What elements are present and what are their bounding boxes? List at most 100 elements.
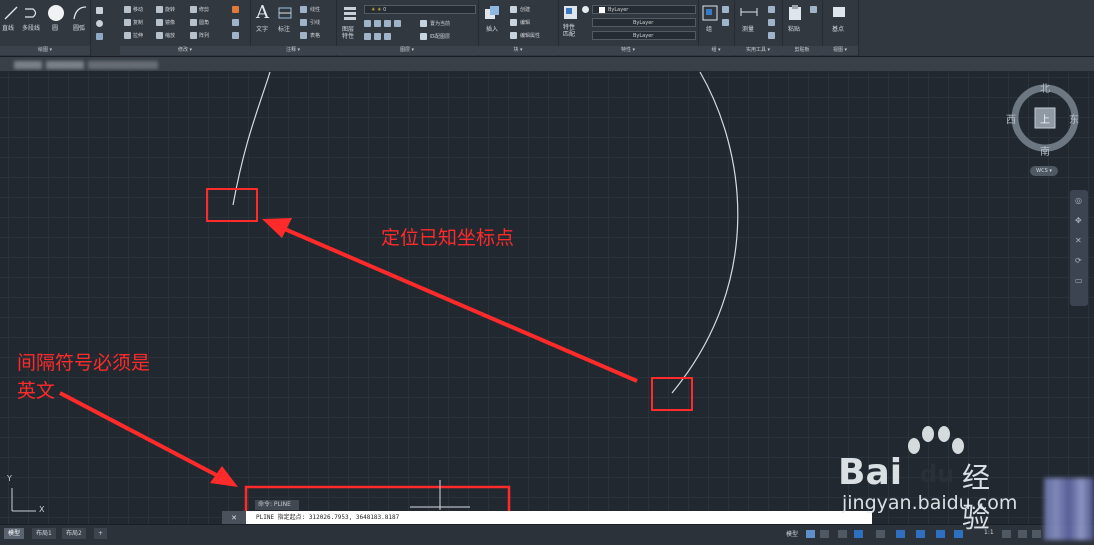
snap-icon[interactable] <box>820 530 829 538</box>
copy-clip-icon[interactable] <box>810 6 817 13</box>
layer-icon-2[interactable] <box>374 20 381 27</box>
fillet-icon[interactable] <box>190 19 197 26</box>
match-layer-icon[interactable] <box>420 33 427 40</box>
array-icon[interactable] <box>190 32 197 39</box>
modify-group-title[interactable]: 修改 ▾ <box>120 46 250 55</box>
group-button[interactable]: 组 <box>706 26 712 33</box>
draw-group-title[interactable]: 绘图 ▾ <box>0 46 90 55</box>
paste-button[interactable]: 粘贴 <box>788 26 800 33</box>
group-edit-icon[interactable] <box>722 19 729 26</box>
view-group-title[interactable]: 视图 ▾ <box>822 46 858 55</box>
scale-button[interactable]: 缩放 <box>165 33 175 39</box>
create-block-button[interactable]: 创建 <box>520 7 530 13</box>
match-properties-icon[interactable] <box>563 5 579 21</box>
layer-icon-3[interactable] <box>384 20 391 27</box>
properties-group-title[interactable]: 特性 ▾ <box>558 46 698 55</box>
customize-icon[interactable] <box>1032 530 1041 538</box>
utility-icon-1[interactable] <box>768 6 775 13</box>
trim-button[interactable]: 修剪 <box>199 7 209 13</box>
arc-icon[interactable] <box>72 5 88 21</box>
table-button[interactable]: 表格 <box>310 33 320 39</box>
tab-layout2[interactable]: 布局2 <box>62 528 86 539</box>
match-properties-button[interactable]: 特性 匹配 <box>563 24 575 38</box>
otrack-icon[interactable] <box>896 530 905 538</box>
copy-button[interactable]: 复制 <box>133 20 143 26</box>
arc-button[interactable]: 圆弧 <box>73 25 85 32</box>
viewcube-east[interactable]: 东 <box>1069 111 1079 126</box>
edit-block-button[interactable]: 编辑 <box>520 20 530 26</box>
viewcube-north[interactable]: 北 <box>1040 80 1050 95</box>
dimension-icon[interactable] <box>277 5 293 21</box>
utility-icon-2[interactable] <box>768 19 775 26</box>
steering-wheel-icon[interactable]: ◎ <box>1075 196 1082 205</box>
osnap-icon[interactable] <box>876 530 885 538</box>
annotation-group-title[interactable]: 注释 ▾ <box>250 46 336 55</box>
measure-icon[interactable] <box>740 6 758 18</box>
line-icon[interactable] <box>4 6 18 20</box>
scale-icon[interactable] <box>156 32 163 39</box>
paste-icon[interactable] <box>788 5 802 21</box>
command-close-button[interactable]: ✕ <box>222 511 246 525</box>
explode-icon[interactable] <box>232 19 239 26</box>
make-current-icon[interactable] <box>420 20 427 27</box>
utility-icon-3[interactable] <box>768 32 775 39</box>
move-icon[interactable] <box>124 6 131 13</box>
move-button[interactable]: 移动 <box>133 7 143 13</box>
tab-add-layout[interactable]: + <box>94 528 108 539</box>
base-view-button[interactable]: 基点 <box>832 26 844 33</box>
trim-icon[interactable] <box>190 6 197 13</box>
text-icon[interactable]: A <box>256 2 269 23</box>
copy-icon[interactable] <box>124 19 131 26</box>
create-block-icon[interactable] <box>510 6 517 13</box>
stretch-icon[interactable] <box>124 32 131 39</box>
rectangle-icon[interactable] <box>96 7 103 14</box>
circle-icon[interactable] <box>47 4 65 22</box>
tab-model[interactable]: 模型 <box>4 528 25 539</box>
workspace-gear-icon[interactable] <box>1002 530 1011 538</box>
wcs-menu[interactable]: WCS ▾ <box>1030 166 1058 176</box>
viewcube-top-face[interactable]: 上 <box>1040 111 1050 126</box>
color-dropdown[interactable]: ByLayer <box>592 5 696 14</box>
base-view-icon[interactable] <box>832 6 846 18</box>
fillet-button[interactable]: 圆角 <box>199 20 209 26</box>
mirror-icon[interactable] <box>156 19 163 26</box>
layer-icon-1[interactable] <box>364 20 371 27</box>
make-current-button[interactable]: 置为当前 <box>430 21 450 27</box>
linear-button[interactable]: 线性 <box>310 7 320 13</box>
file-tab-blurred-3[interactable] <box>88 61 158 69</box>
erase-icon[interactable] <box>232 6 239 13</box>
edit-attribute-button[interactable]: 编辑属性 <box>520 33 540 39</box>
color-icon[interactable] <box>582 6 589 13</box>
layer-properties-icon[interactable] <box>342 5 358 21</box>
dimension-button[interactable]: 标注 <box>278 26 290 33</box>
hatch-icon[interactable] <box>96 33 103 40</box>
layers-group-title[interactable]: 图层 ▾ <box>336 46 478 55</box>
layer-properties-button[interactable]: 图层 特性 <box>342 26 354 40</box>
utilities-group-title[interactable]: 实用工具 ▾ <box>734 46 782 55</box>
file-tab-blurred-1[interactable] <box>14 61 42 69</box>
polyline-icon[interactable] <box>24 6 40 20</box>
navigation-bar[interactable]: ◎ ✥ ✕ ⟳ ▭ <box>1070 190 1088 306</box>
leader-icon[interactable] <box>300 19 307 26</box>
match-layer-button[interactable]: 匹配图层 <box>430 34 450 40</box>
mirror-button[interactable]: 镜像 <box>165 20 175 26</box>
lineweight-icon[interactable] <box>916 530 925 538</box>
block-group-title[interactable]: 块 ▾ <box>478 46 558 55</box>
layer-icon-5[interactable] <box>364 33 371 40</box>
linear-icon[interactable] <box>300 6 307 13</box>
orbit-icon[interactable]: ⟳ <box>1075 256 1082 265</box>
annotation-visibility-icon[interactable] <box>936 530 945 538</box>
tab-layout1[interactable]: 布局1 <box>32 528 56 539</box>
line-button[interactable]: 直线 <box>2 25 14 32</box>
model-space-button[interactable]: 模型 <box>786 529 798 538</box>
viewcube-west[interactable]: 西 <box>1006 111 1016 126</box>
insert-button[interactable]: 插入 <box>486 26 498 33</box>
linetype-dropdown[interactable]: ByLayer <box>592 18 696 27</box>
rotate-button[interactable]: 旋转 <box>165 7 175 13</box>
leader-button[interactable]: 引线 <box>310 20 320 26</box>
pan-icon[interactable]: ✥ <box>1075 216 1082 225</box>
ungroup-icon[interactable] <box>722 6 729 13</box>
polar-icon[interactable] <box>854 530 863 538</box>
lineweight-dropdown[interactable]: ByLayer <box>592 31 696 40</box>
group-icon[interactable] <box>702 5 718 21</box>
